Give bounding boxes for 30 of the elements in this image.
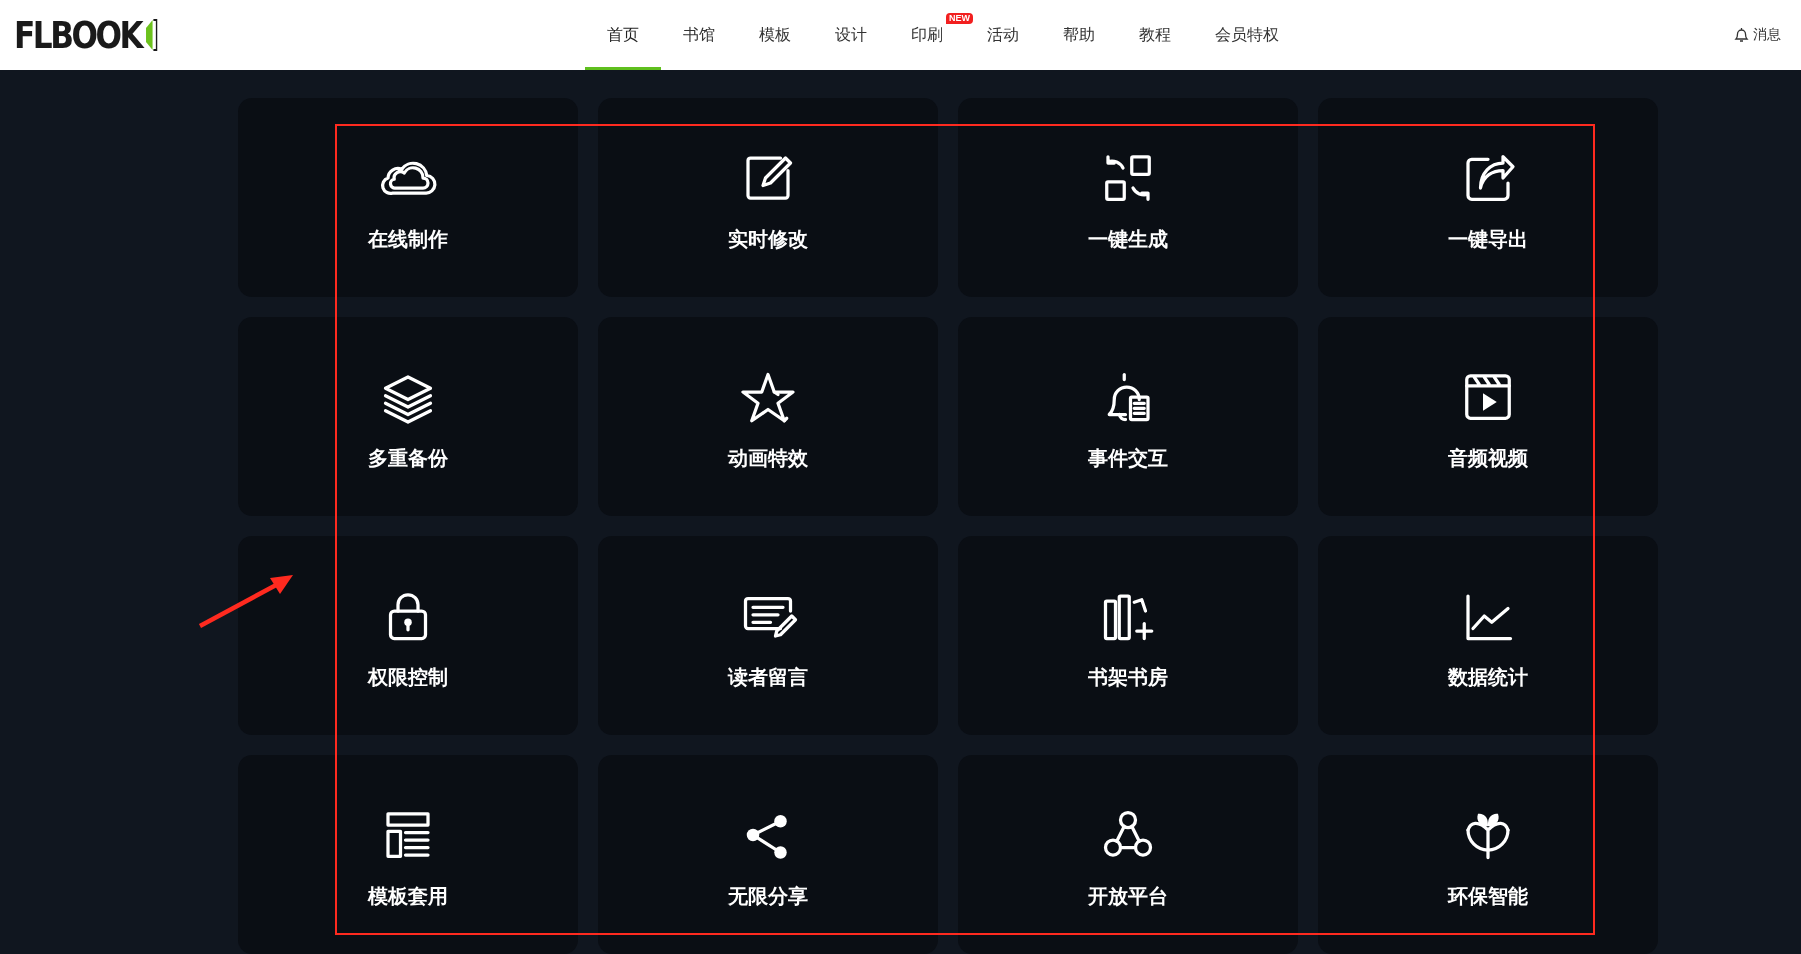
- nav-tab[interactable]: 教程: [1139, 24, 1171, 46]
- feature-label: 实时修改: [728, 227, 808, 252]
- nav-tab[interactable]: 书馆: [683, 24, 715, 46]
- feature-label: 环保智能: [1448, 884, 1528, 909]
- feature-label: 开放平台: [1088, 884, 1168, 909]
- feature-label: 一键导出: [1448, 227, 1528, 252]
- feature-label: 事件交互: [1088, 446, 1168, 471]
- messages-link[interactable]: 消息: [1753, 26, 1781, 44]
- feature-label: 模板套用: [368, 884, 448, 909]
- feature-label: 读者留言: [728, 665, 808, 690]
- nav-tab[interactable]: 活动: [987, 24, 1019, 46]
- feature-label: 书架书房: [1088, 665, 1168, 690]
- nav-tab[interactable]: 会员特权: [1215, 24, 1279, 46]
- feature-label: 在线制作: [368, 227, 448, 252]
- feature-label: 权限控制: [368, 665, 448, 690]
- bell-icon[interactable]: [1734, 27, 1749, 43]
- logo-text: FLBOOK: [14, 16, 142, 54]
- feature-label: 动画特效: [728, 446, 808, 471]
- feature-label: 数据统计: [1448, 665, 1528, 690]
- nav-tab[interactable]: 模板: [759, 24, 791, 46]
- logo-mark-icon: [144, 18, 158, 52]
- nav-tab[interactable]: 首页: [607, 24, 639, 46]
- nav-tab[interactable]: 设计: [835, 24, 867, 46]
- feature-label: 多重备份: [368, 446, 448, 471]
- feature-label: 一键生成: [1088, 227, 1168, 252]
- new-badge: NEW: [946, 13, 973, 24]
- feature-label: 音频视频: [1448, 446, 1528, 471]
- feature-label: 无限分享: [728, 884, 808, 909]
- nav-tab[interactable]: 印刷: [911, 24, 943, 46]
- nav-tab[interactable]: 帮助: [1063, 24, 1095, 46]
